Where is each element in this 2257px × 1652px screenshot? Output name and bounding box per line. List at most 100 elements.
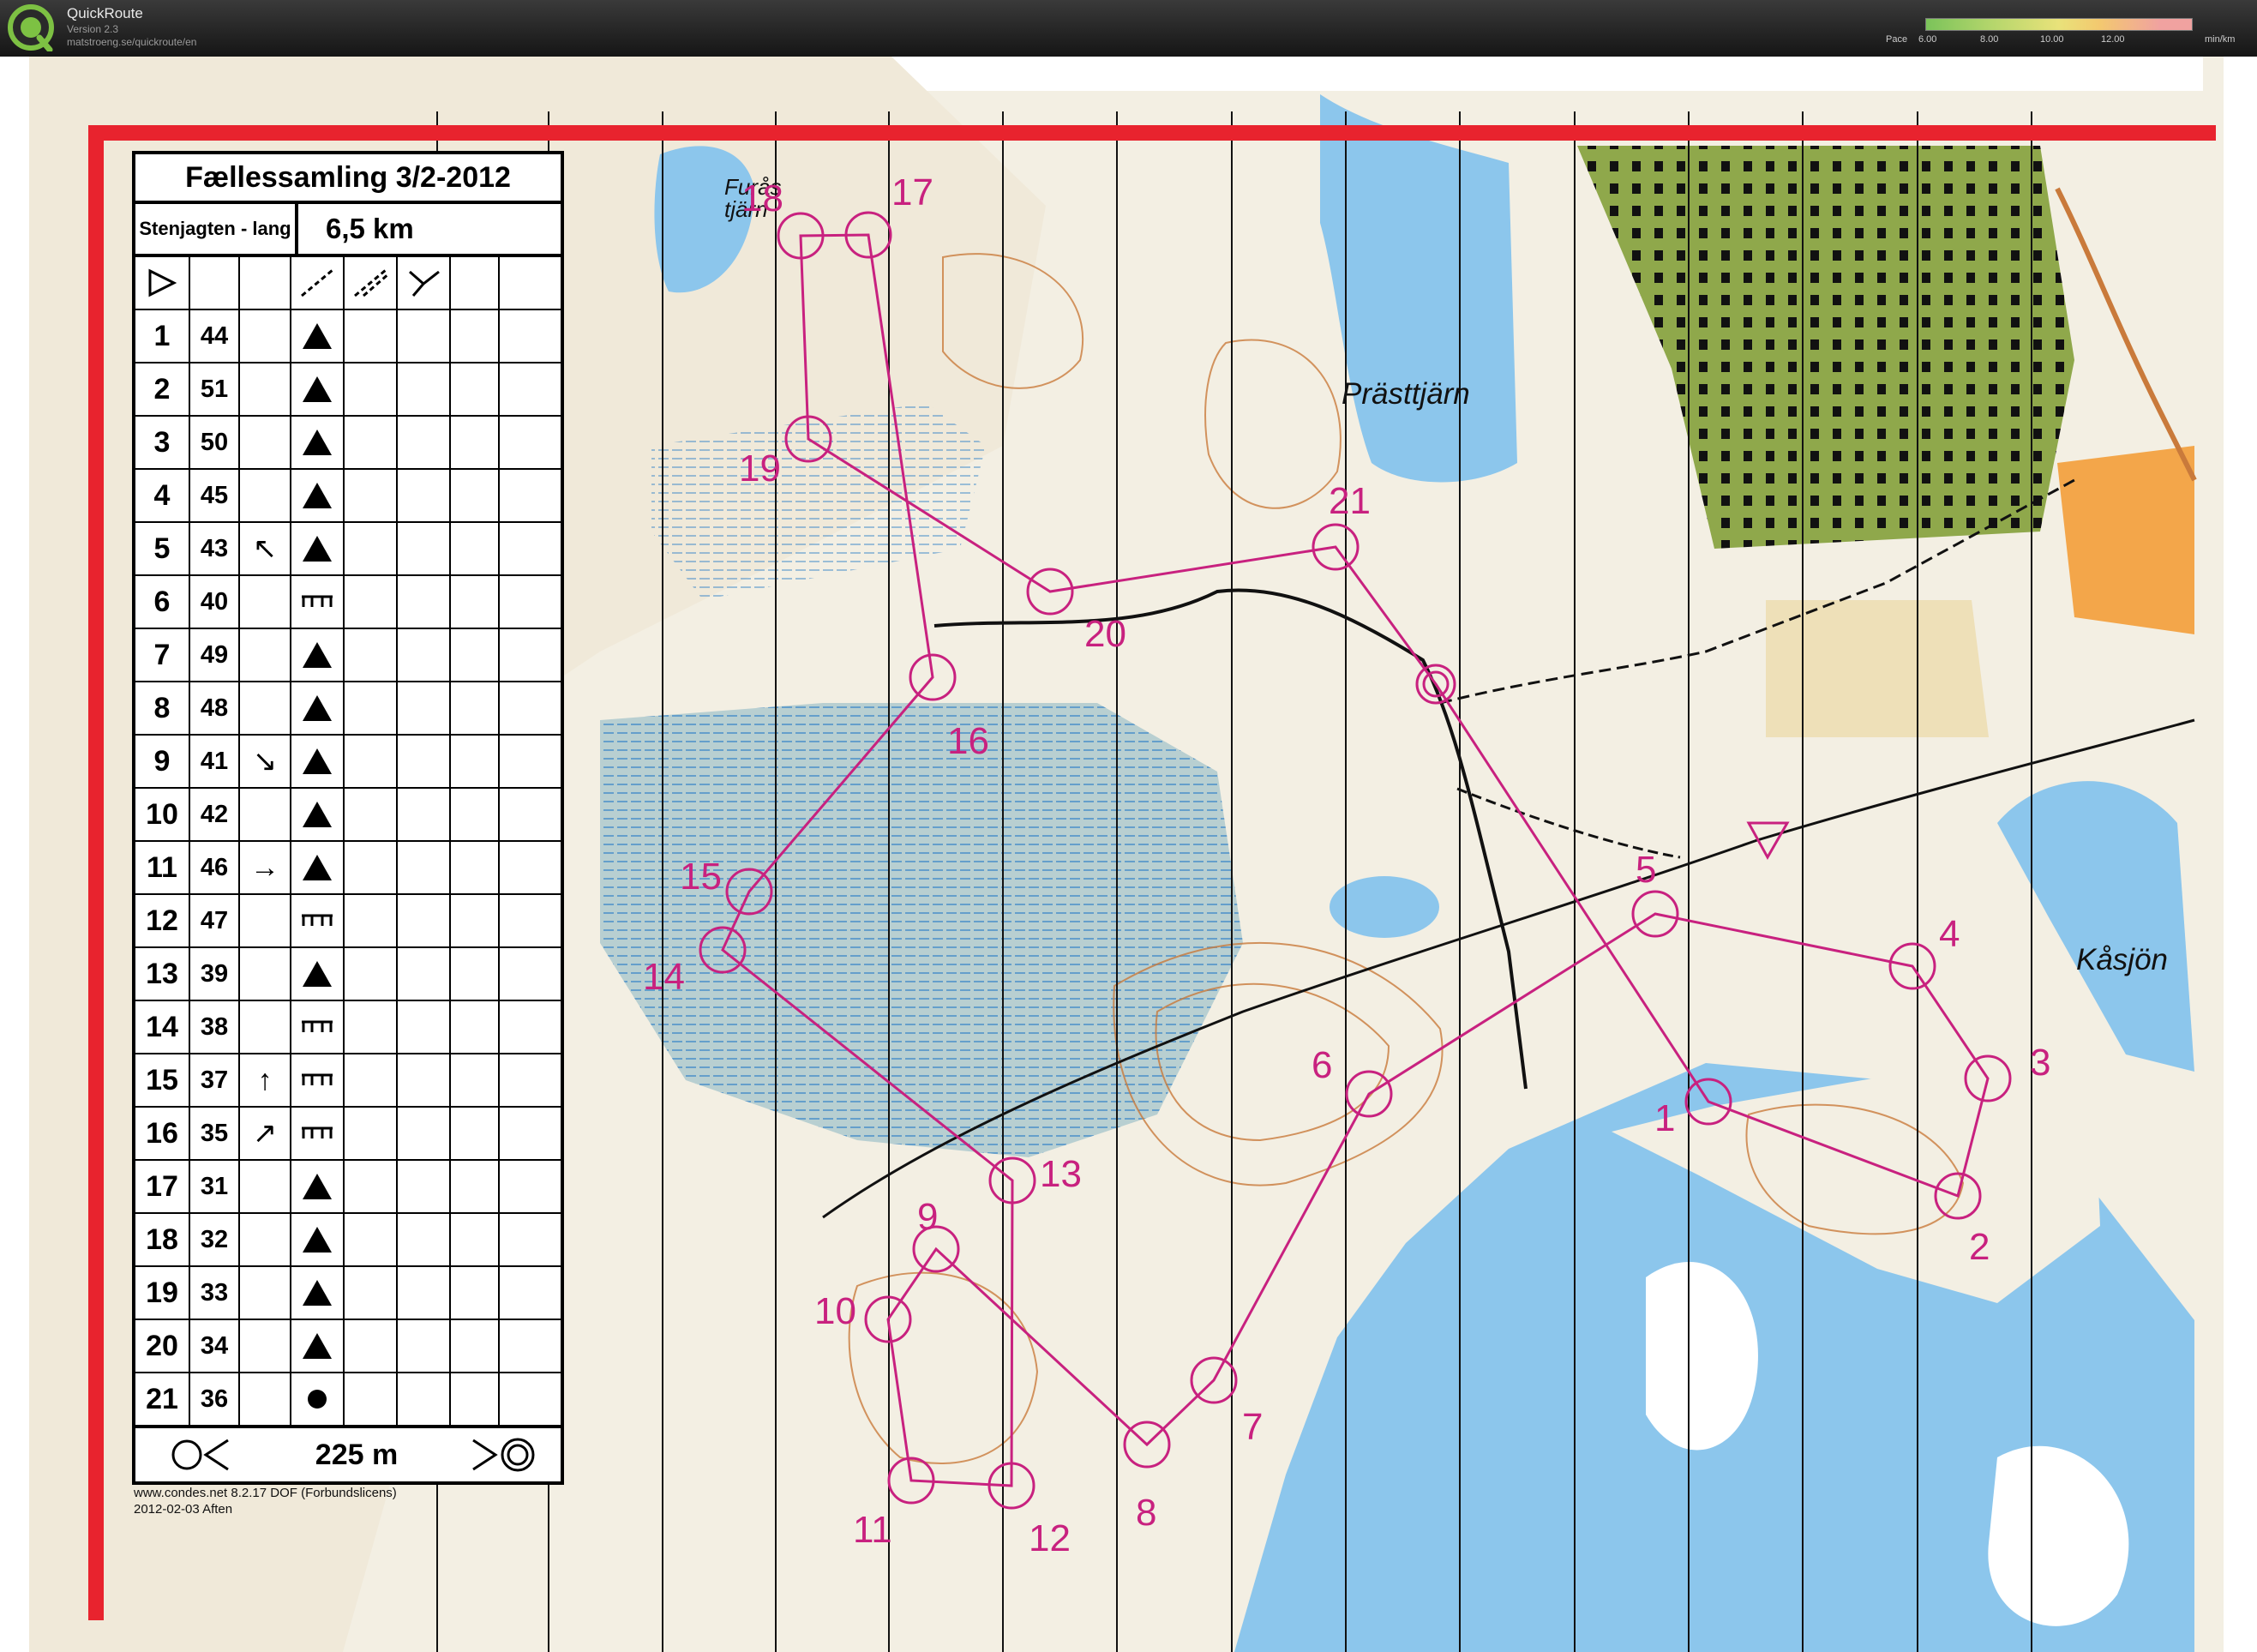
pace-tick: 12.00 <box>2101 34 2125 45</box>
feature-symbol <box>291 1373 345 1425</box>
control-number: 19 <box>135 1267 190 1319</box>
control-row: 9 41 ↘ <box>135 736 561 789</box>
control-code: 49 <box>190 629 240 681</box>
control-code: 51 <box>190 363 240 415</box>
control-number: 13 <box>135 948 190 1000</box>
control-code: 48 <box>190 682 240 734</box>
control-code: 47 <box>190 895 240 946</box>
direction-arrow-icon <box>240 682 291 734</box>
industrial-area <box>2057 446 2194 634</box>
feature-symbol <box>291 629 345 681</box>
control-code: 38 <box>190 1001 240 1053</box>
boulder-icon <box>303 483 332 508</box>
direction-arrow-icon <box>240 1373 291 1425</box>
control-code: 37 <box>190 1054 240 1106</box>
direction-arrow-icon <box>240 789 291 840</box>
feature-symbol <box>291 1320 345 1372</box>
control-number: 21 <box>135 1373 190 1425</box>
class-name: Stenjagten - lang <box>135 204 298 254</box>
control-label-16: 16 <box>947 720 989 762</box>
control-row: 7 49 <box>135 629 561 682</box>
control-row: 4 45 <box>135 470 561 523</box>
feature-symbol <box>291 842 345 893</box>
control-row: 19 33 <box>135 1267 561 1320</box>
feature-symbol <box>291 1054 345 1106</box>
feature-symbol <box>291 1161 345 1212</box>
control-row: 16 35 ↗ <box>135 1108 561 1161</box>
lake-label-kasjon: Kåsjön <box>2076 943 2169 976</box>
direction-arrow-icon <box>240 417 291 468</box>
boulder-icon <box>303 430 332 455</box>
control-number: 12 <box>135 895 190 946</box>
control-number: 9 <box>135 736 190 787</box>
control-code: 44 <box>190 310 240 362</box>
course-length: 6,5 km <box>326 213 414 244</box>
direction-arrow-icon <box>240 1161 291 1212</box>
direction-arrow-icon <box>240 1001 291 1053</box>
control-row: 11 46 → <box>135 842 561 895</box>
pace-color-bar <box>1925 18 2193 31</box>
control-label-17: 17 <box>891 171 933 213</box>
pace-tick: 8.00 <box>1980 34 1999 45</box>
feature-symbol <box>291 1214 345 1265</box>
control-number: 15 <box>135 1054 190 1106</box>
boulder-icon <box>303 1227 332 1253</box>
control-code: 41 <box>190 736 240 787</box>
direction-arrow-icon: ↖ <box>240 523 291 574</box>
open-sand <box>1766 600 1989 737</box>
boulder-icon <box>303 802 332 827</box>
control-row: 14 38 <box>135 1001 561 1054</box>
feature-symbol <box>291 310 345 362</box>
feature-symbol <box>291 363 345 415</box>
control-row: 3 50 <box>135 417 561 470</box>
control-code: 36 <box>190 1373 240 1425</box>
control-label-9: 9 <box>917 1196 939 1238</box>
control-number: 1 <box>135 310 190 362</box>
control-label-3: 3 <box>2030 1042 2051 1084</box>
control-row: 15 37 ↑ <box>135 1054 561 1108</box>
control-label-20: 20 <box>1084 613 1126 655</box>
control-label-12: 12 <box>1029 1517 1071 1559</box>
boulder-icon <box>303 855 332 880</box>
boulder-icon <box>303 1280 332 1306</box>
control-row: 10 42 <box>135 789 561 842</box>
app-version: Version 2.3 <box>67 23 119 35</box>
control-description-card: Fællessamling 3/2-2012 Stenjagten - lang… <box>132 151 564 1485</box>
app-title: QuickRoute <box>67 5 143 21</box>
card-title: Fællessamling 3/2-2012 <box>135 154 561 204</box>
control-label-21: 21 <box>1329 480 1371 522</box>
boulder-icon <box>303 642 332 668</box>
control-row: 18 32 <box>135 1214 561 1267</box>
control-row: 17 31 <box>135 1161 561 1214</box>
control-code: 31 <box>190 1161 240 1212</box>
app-url: matstroeng.se/quickroute/en <box>67 36 197 48</box>
control-code: 42 <box>190 789 240 840</box>
control-row: 13 39 <box>135 948 561 1001</box>
direction-arrow-icon <box>240 1267 291 1319</box>
finish-row: 225 m <box>135 1427 561 1481</box>
control-row: 5 43 ↖ <box>135 523 561 576</box>
feature-symbol <box>291 1267 345 1319</box>
pace-unit: min/km <box>2205 34 2236 45</box>
feature-symbol <box>291 417 345 468</box>
direction-arrow-icon <box>240 629 291 681</box>
control-label-13: 13 <box>1040 1153 1082 1195</box>
control-row: 21 36 <box>135 1373 561 1427</box>
finish-circle-icon <box>472 1438 535 1472</box>
control-label-15: 15 <box>680 856 722 898</box>
stone-wall-icon <box>302 1126 333 1138</box>
card-credit: www.condes.net 8.2.17 DOF (Forbundslicen… <box>134 1485 397 1517</box>
stone-wall-icon <box>302 595 333 607</box>
pace-label: Pace <box>1886 34 1908 45</box>
feature-symbol <box>291 682 345 734</box>
control-label-19: 19 <box>739 448 781 490</box>
control-rows: 1 44 2 51 3 50 4 45 5 43 ↖ 6 40 7 49 8 48 9 41 ↘ 10 42 11 46 → 12… <box>135 310 561 1427</box>
credit-line-1: www.condes.net 8.2.17 DOF (Forbundslicen… <box>134 1486 397 1500</box>
control-number: 11 <box>135 842 190 893</box>
direction-arrow-icon <box>240 895 291 946</box>
boulder-icon <box>303 961 332 987</box>
pace-legend: Pace 6.00 8.00 10.00 12.00 min/km <box>1884 15 2253 50</box>
control-label-11: 11 <box>853 1509 892 1551</box>
feature-symbol <box>291 576 345 628</box>
control-row: 1 44 <box>135 310 561 363</box>
